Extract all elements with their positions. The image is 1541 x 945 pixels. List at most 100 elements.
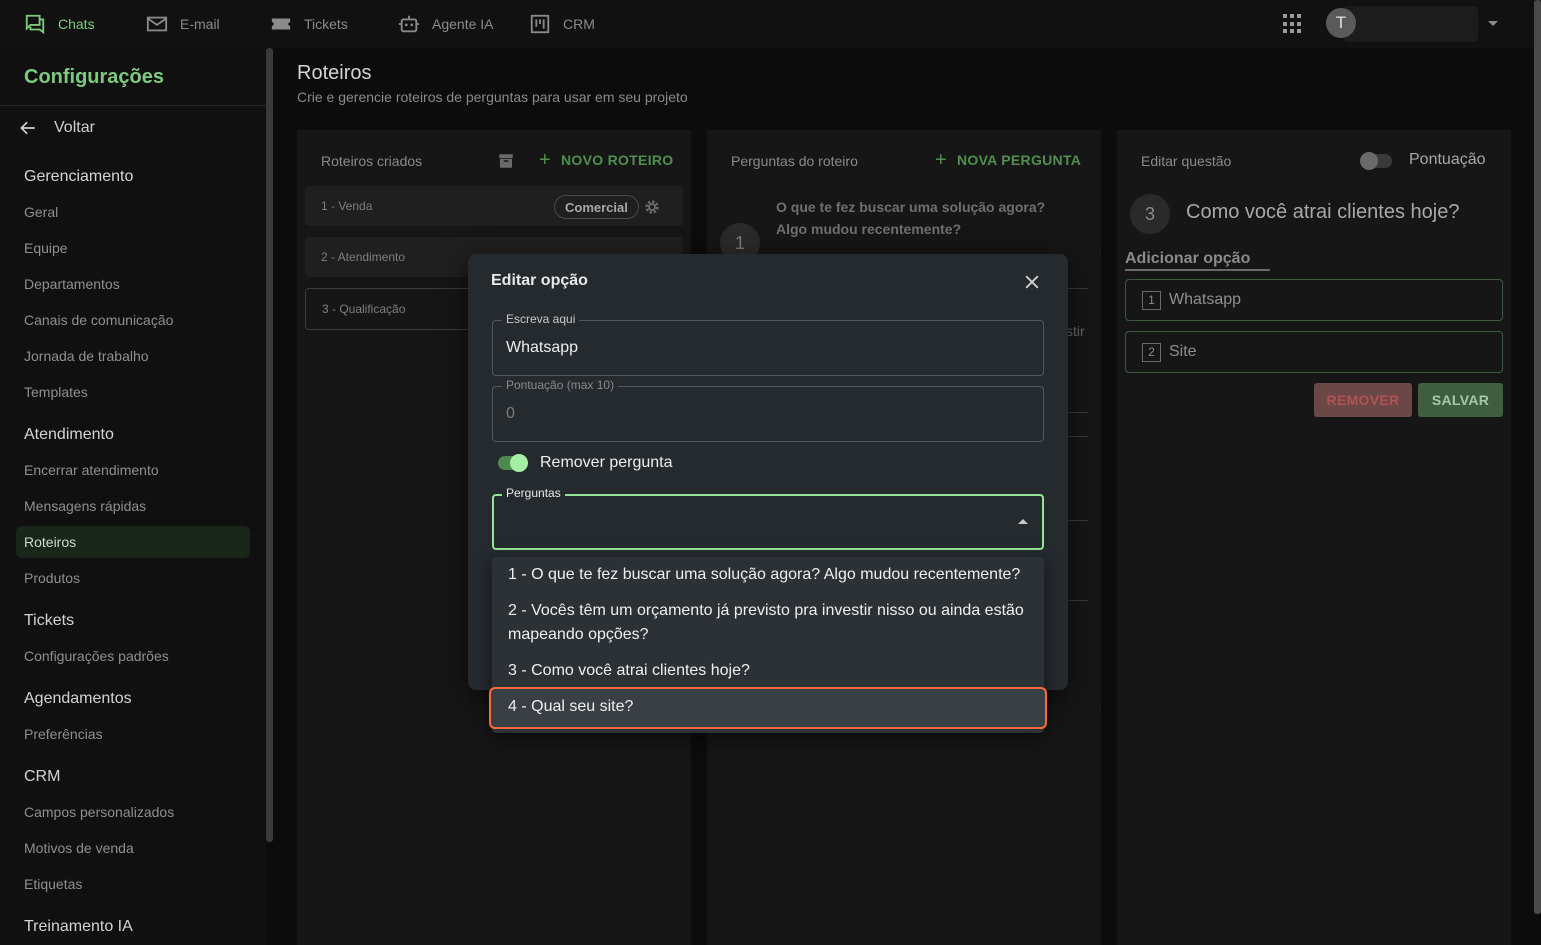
section-tickets: Tickets: [24, 612, 75, 629]
questions-select-label: Perguntas: [502, 486, 565, 500]
option-text-value[interactable]: Whatsapp: [506, 339, 578, 357]
top-navigation-bar: [0, 0, 1541, 48]
section-gerenciamento: Gerenciamento: [24, 168, 134, 185]
chat-icon: [25, 14, 45, 35]
score-field-label: Pontuação (max 10): [502, 378, 619, 392]
nav-agente-ia[interactable]: Agente IA: [398, 0, 494, 48]
sidebar-title: Configurações: [24, 66, 165, 88]
script-item-label: 3 - Qualificação: [322, 302, 406, 316]
sidebar-item-config-padroes[interactable]: Configurações padrões: [24, 648, 169, 664]
divider: [1068, 412, 1088, 413]
nav-chats-label: Chats: [58, 16, 95, 32]
option-item[interactable]: 2 Site: [1125, 331, 1503, 373]
gear-icon[interactable]: [643, 198, 661, 216]
option-number: 1: [1142, 290, 1161, 310]
sidebar-item-jornada[interactable]: Jornada de trabalho: [24, 348, 149, 364]
sidebar-item-preferencias[interactable]: Preferências: [24, 726, 103, 742]
nav-crm[interactable]: CRM: [529, 0, 595, 48]
remove-question-switch[interactable]: [498, 454, 528, 472]
robot-icon: [398, 15, 420, 33]
nav-email-label: E-mail: [180, 16, 220, 32]
menu-option[interactable]: 4 - Qual seu site?: [508, 695, 1034, 719]
menu-option[interactable]: 3 - Como você atrai clientes hoje?: [508, 659, 1034, 683]
divider: [0, 105, 266, 106]
plus-icon: +: [935, 149, 947, 171]
sidebar-item-departamentos[interactable]: Departamentos: [24, 276, 120, 292]
option-label: Site: [1169, 343, 1197, 360]
question-number-badge: 3: [1130, 194, 1170, 234]
mail-icon: [146, 16, 168, 32]
sidebar-item-motivos[interactable]: Motivos de venda: [24, 840, 134, 856]
edit-panel-header: Editar questão: [1141, 153, 1232, 169]
sidebar-item-canais[interactable]: Canais de comunicação: [24, 312, 173, 328]
sidebar-item-geral[interactable]: Geral: [24, 204, 58, 220]
nav-tickets-label: Tickets: [304, 16, 348, 32]
option-label: Whatsapp: [1169, 291, 1242, 308]
nav-agente-ia-label: Agente IA: [432, 16, 494, 32]
score-field-value[interactable]: 0: [506, 405, 515, 423]
ticket-icon: [271, 18, 291, 30]
edit-question-text[interactable]: Como você atrai clientes hoje?: [1186, 201, 1459, 224]
questions-panel-header: Perguntas do roteiro: [731, 153, 858, 169]
back-button[interactable]: Voltar: [18, 118, 95, 138]
question-text-fragment: stir: [1066, 323, 1085, 339]
score-toggle[interactable]: [1360, 152, 1392, 170]
divider: [1068, 520, 1088, 521]
menu-option[interactable]: 2 - Vocês têm um orçamento já previsto p…: [508, 599, 1034, 647]
chevron-up-icon[interactable]: [1018, 519, 1028, 524]
sidebar-item-equipe[interactable]: Equipe: [24, 240, 68, 256]
new-question-button[interactable]: + NOVA PERGUNTA: [935, 149, 1082, 171]
dialog-title: Editar opção: [491, 272, 588, 289]
new-question-label: NOVA PERGUNTA: [956, 152, 1082, 168]
divider: [1068, 600, 1088, 601]
sidebar-item-roteiros[interactable]: Roteiros: [16, 526, 250, 558]
score-toggle-label: Pontuação: [1409, 151, 1486, 168]
user-name-placeholder[interactable]: [1344, 6, 1478, 42]
new-script-button[interactable]: + NOVO ROTEIRO: [539, 149, 674, 171]
apps-grid-icon[interactable]: [1283, 14, 1303, 34]
arrow-left-icon: [20, 121, 35, 135]
page-scrollbar[interactable]: [1534, 0, 1541, 914]
script-item-label: 2 - Atendimento: [321, 250, 406, 264]
sidebar-item-templates[interactable]: Templates: [24, 384, 88, 400]
archive-icon[interactable]: [497, 152, 515, 170]
questions-select[interactable]: [492, 494, 1044, 550]
toggle-knob: [1360, 152, 1378, 170]
page-title: Roteiros: [297, 62, 372, 84]
plus-icon: +: [539, 149, 551, 171]
chevron-down-icon[interactable]: [1488, 21, 1498, 26]
question-text[interactable]: O que te fez buscar uma solução agora? A…: [776, 196, 1076, 240]
sidebar-item-produtos[interactable]: Produtos: [24, 570, 80, 586]
sidebar-item-campos[interactable]: Campos personalizados: [24, 804, 174, 820]
sidebar-scrollbar[interactable]: [266, 48, 273, 842]
divider: [1068, 288, 1088, 289]
avatar[interactable]: T: [1326, 8, 1356, 38]
section-atendimento: Atendimento: [24, 426, 114, 443]
section-agendamentos: Agendamentos: [24, 690, 132, 707]
option-text-label: Escreva aqui: [502, 312, 580, 326]
sidebar-item-etiquetas[interactable]: Etiquetas: [24, 876, 82, 892]
page-subtitle: Crie e gerencie roteiros de perguntas pa…: [297, 89, 688, 105]
script-tag-chip: Comercial: [554, 195, 639, 219]
option-number: 2: [1142, 342, 1161, 362]
remove-question-label: Remover pergunta: [540, 454, 673, 471]
option-item[interactable]: 1 Whatsapp: [1125, 279, 1503, 321]
save-button[interactable]: SALVAR: [1418, 383, 1503, 417]
menu-option[interactable]: 1 - O que te fez buscar uma solução agor…: [508, 563, 1034, 587]
close-icon[interactable]: [1022, 272, 1042, 292]
kanban-icon: [530, 14, 550, 34]
section-crm: CRM: [24, 768, 61, 785]
sidebar-item-mensagens[interactable]: Mensagens rápidas: [24, 498, 146, 514]
divider: [1068, 436, 1088, 437]
nav-chats[interactable]: Chats: [24, 0, 95, 48]
back-label: Voltar: [54, 119, 95, 136]
nav-crm-label: CRM: [563, 16, 595, 32]
remove-button[interactable]: REMOVER: [1314, 383, 1412, 417]
scripts-panel-header: Roteiros criados: [321, 153, 423, 169]
add-option-link[interactable]: Adicionar opção: [1125, 250, 1271, 271]
nav-email[interactable]: E-mail: [146, 0, 220, 48]
sidebar-item-encerrar[interactable]: Encerrar atendimento: [24, 462, 159, 478]
nav-tickets[interactable]: Tickets: [270, 0, 348, 48]
new-script-label: NOVO ROTEIRO: [560, 152, 674, 168]
score-field[interactable]: [492, 386, 1044, 442]
